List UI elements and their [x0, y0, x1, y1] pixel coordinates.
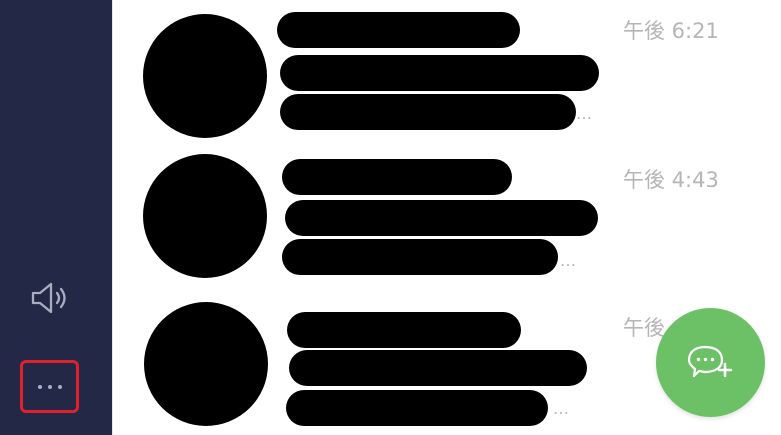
- more-button[interactable]: [20, 360, 79, 413]
- more-icon: [37, 384, 62, 389]
- redacted-message-line: [282, 239, 558, 275]
- redacted-name: [277, 12, 520, 48]
- redacted-name: [287, 312, 521, 348]
- new-chat-button[interactable]: [656, 308, 765, 417]
- preview-ellipsis: …: [553, 399, 570, 418]
- new-chat-icon: [687, 339, 735, 387]
- redacted-message-line: [280, 55, 599, 91]
- preview-ellipsis: …: [576, 104, 593, 123]
- avatar: [143, 154, 267, 278]
- redacted-message-line: [286, 390, 548, 426]
- chat-time: 午後: [623, 316, 665, 340]
- chat-row[interactable]: … 午後 6:21: [113, 0, 781, 146]
- chat-time: 午後 4:43: [623, 168, 719, 192]
- chat-time: 午後 6:21: [623, 19, 719, 43]
- redacted-message-line: [280, 94, 576, 130]
- preview-ellipsis: …: [560, 251, 577, 270]
- redacted-message-line: [289, 350, 587, 386]
- chat-row[interactable]: … 午後 4:43: [113, 146, 781, 292]
- avatar: [143, 14, 267, 138]
- messenger-app: … 午後 6:21 … 午後 4:43 … 午後: [0, 0, 781, 435]
- redacted-name: [282, 159, 512, 195]
- avatar: [144, 302, 268, 426]
- redacted-message-line: [285, 200, 598, 236]
- speaker-button[interactable]: [22, 276, 78, 324]
- sidebar: [0, 0, 112, 435]
- speaker-icon: [26, 278, 74, 322]
